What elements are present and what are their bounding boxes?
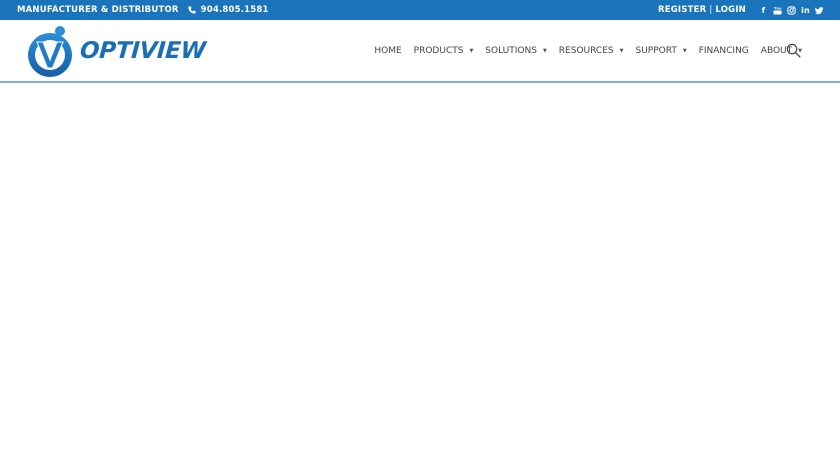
main-nav: HOME PRODUCTS ▼ SOLUTIONS ▼ RESOURCES ▼ … bbox=[362, 20, 802, 81]
search-button[interactable] bbox=[786, 43, 802, 59]
nav-support[interactable]: SUPPORT ▼ bbox=[635, 46, 686, 56]
nav-resources[interactable]: RESOURCES ▼ bbox=[559, 46, 624, 56]
register-link[interactable]: REGISTER bbox=[658, 5, 706, 15]
tagline: MANUFACTURER & DISTRIBUTOR bbox=[17, 5, 179, 15]
nav-label: FINANCING bbox=[698, 45, 749, 56]
caret-down-icon: ▼ bbox=[619, 47, 624, 54]
phone-number[interactable]: 904.805.1581 bbox=[201, 5, 269, 15]
nav-label: RESOURCES bbox=[558, 45, 614, 56]
twitter-icon[interactable] bbox=[815, 5, 824, 15]
login-separator: | bbox=[709, 5, 713, 15]
nav-products[interactable]: PRODUCTS ▼ bbox=[414, 46, 474, 56]
logo-text: OPTIVIEW bbox=[79, 38, 207, 64]
login-link[interactable]: LOGIN bbox=[715, 5, 746, 15]
nav-financing[interactable]: FINANCING bbox=[699, 46, 749, 56]
social-links: f You in bbox=[754, 5, 824, 15]
site-header: OPTIVIEW HOME PRODUCTS ▼ SOLUTIONS ▼ RES… bbox=[0, 20, 840, 83]
caret-down-icon: ▼ bbox=[682, 47, 687, 54]
facebook-icon[interactable]: f bbox=[759, 5, 768, 15]
caret-down-icon: ▼ bbox=[542, 47, 547, 54]
top-bar-left: MANUFACTURER & DISTRIBUTOR 904.805.1581 bbox=[17, 0, 269, 20]
top-bar: MANUFACTURER & DISTRIBUTOR 904.805.1581 … bbox=[0, 0, 840, 20]
linkedin-icon[interactable]: in bbox=[801, 5, 810, 15]
nav-label: PRODUCTS bbox=[413, 45, 464, 56]
logo-mark-icon bbox=[28, 26, 72, 77]
search-icon bbox=[786, 43, 801, 58]
youtube-icon[interactable]: You bbox=[773, 5, 782, 15]
nav-label: SUPPORT bbox=[635, 45, 677, 56]
nav-label: HOME bbox=[374, 45, 402, 56]
svg-text:You: You bbox=[773, 6, 782, 10]
nav-home[interactable]: HOME bbox=[374, 46, 401, 56]
instagram-icon[interactable] bbox=[787, 5, 796, 15]
main-content bbox=[0, 83, 840, 472]
nav-label: SOLUTIONS bbox=[485, 45, 537, 56]
logo[interactable]: OPTIVIEW bbox=[26, 22, 207, 80]
nav-solutions[interactable]: SOLUTIONS ▼ bbox=[485, 46, 547, 56]
caret-down-icon: ▼ bbox=[469, 47, 474, 54]
phone-icon bbox=[188, 6, 196, 14]
top-bar-right: REGISTER | LOGIN f You in bbox=[658, 0, 824, 20]
